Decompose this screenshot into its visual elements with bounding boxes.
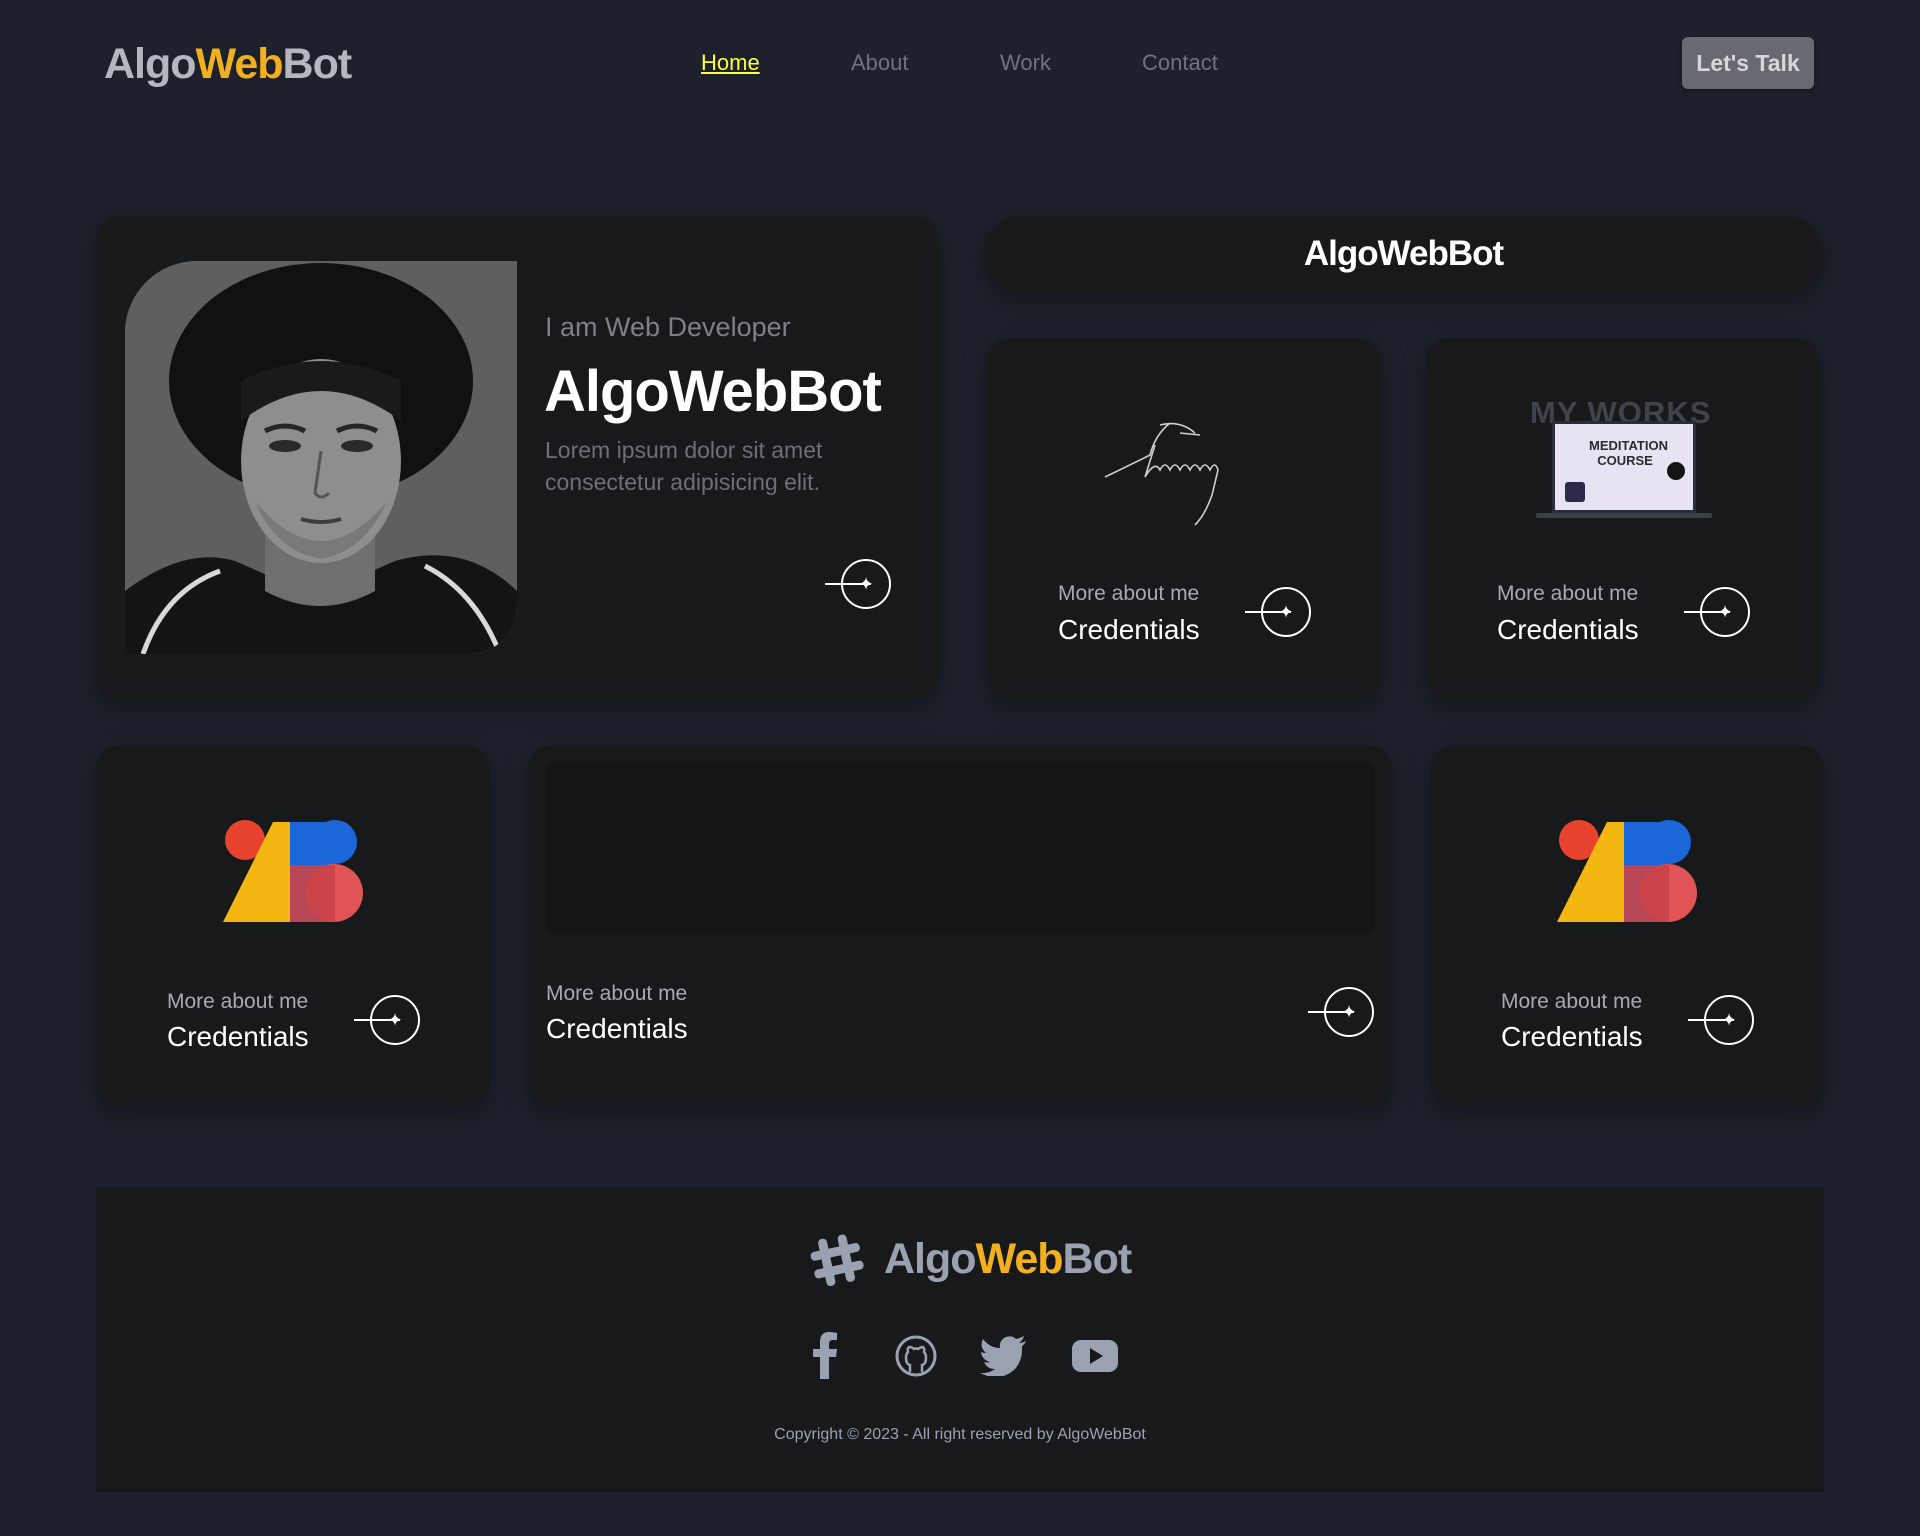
meditation-course-text: MEDITATION COURSE [1589,438,1668,468]
hero-arrow-button[interactable] [825,559,891,609]
card4-arrow-button[interactable] [1308,987,1374,1037]
laptop-image: MEDITATION COURSE [1536,416,1712,520]
footer [96,1187,1824,1492]
banner-title: AlgoWebBot [1303,234,1504,273]
card3-arrow-button[interactable] [354,995,420,1045]
card1-small-label: More about me [1058,582,1200,605]
screen-dot [1667,462,1685,480]
banner-card: AlgoWebBot [983,216,1824,292]
nav-contact[interactable]: Contact [1142,50,1218,76]
signature-image [1104,422,1219,526]
hero-desc-line1: Lorem ipsum dolor sit amet [545,437,823,463]
footer-logo-bot: Bot [1062,1235,1133,1283]
abstract-logo-icon [1557,820,1697,922]
profile-photo [125,261,517,654]
card5-arrow-button[interactable] [1688,995,1754,1045]
copyright-text: Copyright © 2023 - All right reserved by… [774,1426,1146,1443]
card3-big-label: Credentials [167,1021,309,1052]
youtube-icon[interactable] [1072,1338,1118,1374]
meditation-line: MEDITATION [1589,438,1668,453]
card1-arrow-button[interactable] [1245,587,1311,637]
facebook-icon[interactable] [811,1331,839,1379]
course-line: COURSE [1597,453,1653,468]
logo-web: Web [195,40,284,88]
footer-logo-algo: Algo [884,1235,977,1283]
card2-arrow-button[interactable] [1684,587,1750,637]
logo-algo: Algo [104,40,197,88]
laptop-base [1536,513,1712,518]
nav-about[interactable]: About [851,50,909,76]
site-logo[interactable]: AlgoWebBot [104,40,353,89]
abstract-logo-icon [223,820,363,922]
card4-small-label: More about me [546,982,688,1005]
card1-big-label: Credentials [1058,614,1200,645]
hero-subtitle: I am Web Developer [545,312,791,342]
twitter-icon[interactable] [980,1336,1028,1376]
hero-title: AlgoWebBot [544,359,882,424]
card3-small-label: More about me [167,990,309,1013]
card2-big-label: Credentials [1497,614,1639,645]
footer-logo-web: Web [975,1235,1064,1283]
card4-big-label: Credentials [546,1013,688,1044]
card5-small-label: More about me [1501,990,1643,1013]
hashtag-icon [810,1234,864,1287]
lets-talk-button[interactable]: Let's Talk [1682,37,1814,89]
dark-texture-image [546,763,1375,933]
logo-bot: Bot [282,40,353,88]
nav-work[interactable]: Work [1000,50,1051,76]
portrait-illustration [125,261,517,654]
footer-logo[interactable]: AlgoWebBot [884,1235,1133,1284]
card5-big-label: Credentials [1501,1021,1643,1052]
hero-desc-line2: consectetur adipisicing elit. [545,469,820,495]
nav-home[interactable]: Home [701,50,760,76]
laptop-screen: MEDITATION COURSE [1552,421,1696,513]
card2-small-label: More about me [1497,582,1639,605]
screen-block [1565,482,1585,502]
github-icon[interactable] [894,1334,938,1378]
